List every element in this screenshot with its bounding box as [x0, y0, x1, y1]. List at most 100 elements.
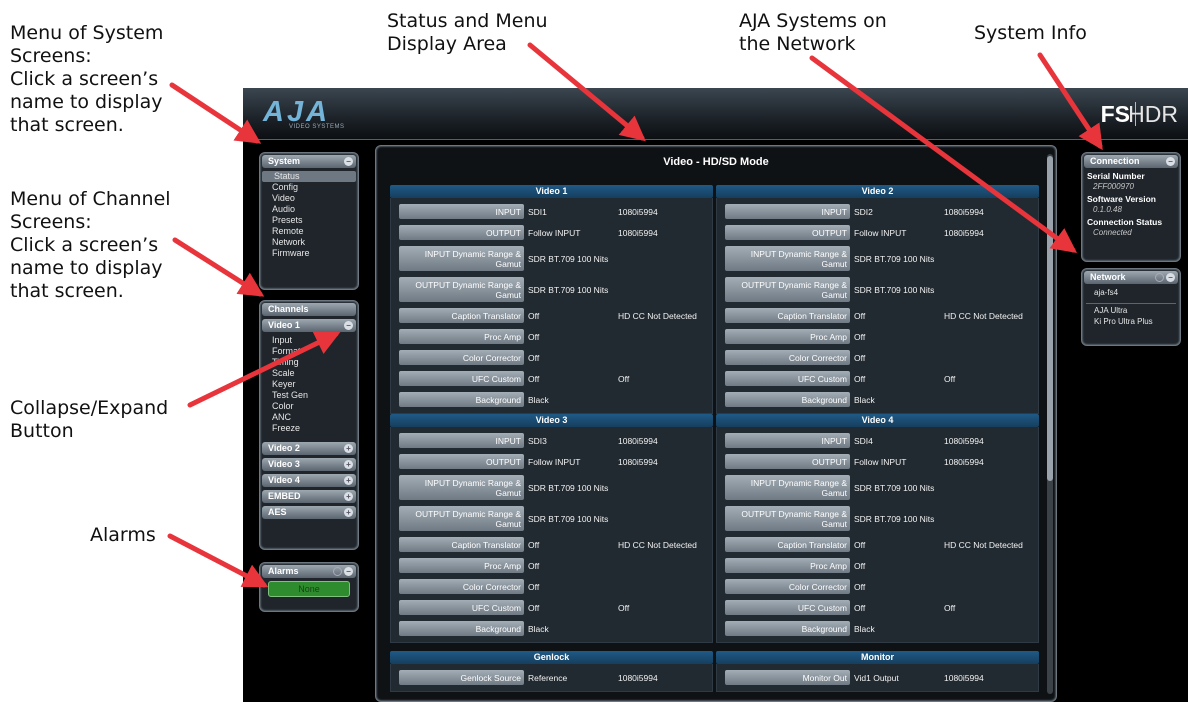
menu-item-network[interactable]: Network — [260, 237, 358, 248]
setting-row-background: Background Black — [395, 390, 708, 409]
menu-item-remote[interactable]: Remote — [260, 226, 358, 237]
connection-header[interactable]: Connection − — [1084, 155, 1178, 168]
network-header[interactable]: Network − — [1084, 271, 1178, 284]
input-fmt-value: 1080i5994 — [944, 435, 984, 446]
channel-aes-bar[interactable]: AES + — [262, 506, 356, 519]
network-self[interactable]: aja-fs4 — [1082, 288, 1180, 297]
colorcorr-button[interactable]: Color Corrector — [725, 579, 850, 594]
settings-icon[interactable] — [333, 567, 342, 576]
caption-button[interactable]: Caption Translator — [399, 308, 524, 323]
serial-label: Serial Number — [1087, 171, 1145, 181]
output-dr-button[interactable]: OUTPUT Dynamic Range & Gamut — [725, 277, 850, 302]
callout-status-area: Status and Menu Display Area — [387, 10, 548, 55]
channel-item-color[interactable]: Color — [260, 401, 358, 412]
collapse-icon[interactable]: − — [344, 157, 353, 166]
scrollbar-thumb[interactable] — [1047, 156, 1053, 481]
procamp-button[interactable]: Proc Amp — [399, 329, 524, 344]
background-button[interactable]: Background — [399, 392, 524, 407]
expand-icon[interactable]: + — [344, 508, 353, 517]
alarms-header[interactable]: Alarms − — [262, 565, 356, 578]
background-button[interactable]: Background — [725, 392, 850, 407]
caption-button[interactable]: Caption Translator — [725, 308, 850, 323]
input-dr-button[interactable]: INPUT Dynamic Range & Gamut — [399, 475, 524, 500]
monitor-out-button[interactable]: Monitor Out — [725, 670, 850, 685]
channel-item-keyer[interactable]: Keyer — [260, 379, 358, 390]
expand-icon[interactable]: + — [344, 492, 353, 501]
channel-item-scale[interactable]: Scale — [260, 368, 358, 379]
setting-row-output: OUTPUT Follow INPUT 1080i5994 — [395, 223, 708, 242]
channel-item-anc[interactable]: ANC — [260, 412, 358, 423]
menu-item-audio[interactable]: Audio — [260, 204, 358, 215]
output-button[interactable]: OUTPUT — [399, 454, 524, 469]
caption-value: Off — [854, 539, 866, 550]
expand-icon[interactable]: + — [344, 476, 353, 485]
network-system-link[interactable]: Ki Pro Ultra Plus — [1082, 317, 1180, 326]
input-button[interactable]: INPUT — [399, 204, 524, 219]
video-section: Video 1 INPUT SDI1 1080i5994 OUTPUT Follow IN… — [390, 185, 713, 414]
procamp-button[interactable]: Proc Amp — [725, 558, 850, 573]
monitor-out-value: Vid1 Output — [854, 672, 899, 683]
input-button[interactable]: INPUT — [725, 433, 850, 448]
software-label: Software Version — [1087, 194, 1156, 204]
input-dr-button[interactable]: INPUT Dynamic Range & Gamut — [399, 246, 524, 271]
output-dr-button[interactable]: OUTPUT Dynamic Range & Gamut — [399, 506, 524, 531]
channel-item-format[interactable]: Format — [260, 346, 358, 357]
menu-item-status[interactable]: Status — [262, 171, 356, 182]
ufc-button[interactable]: UFC Custom — [399, 600, 524, 615]
caption-button[interactable]: Caption Translator — [725, 537, 850, 552]
output-button[interactable]: OUTPUT — [725, 454, 850, 469]
menu-item-presets[interactable]: Presets — [260, 215, 358, 226]
collapse-icon[interactable]: − — [344, 321, 353, 330]
output-button[interactable]: OUTPUT — [725, 225, 850, 240]
menu-item-config[interactable]: Config — [260, 182, 358, 193]
video-section-body: INPUT SDI4 1080i5994 OUTPUT Follow INPUT 1080… — [716, 427, 1039, 643]
channel-item-timing[interactable]: Timing — [260, 357, 358, 368]
input-dr-button[interactable]: INPUT Dynamic Range & Gamut — [725, 475, 850, 500]
input-dr-value: SDR BT.709 100 Nits — [854, 482, 935, 493]
output-button[interactable]: OUTPUT — [399, 225, 524, 240]
expand-icon[interactable]: + — [344, 444, 353, 453]
video-section: Video 2 INPUT SDI2 1080i5994 OUTPUT Follow IN… — [716, 185, 1039, 414]
system-menu-header[interactable]: System − — [262, 155, 356, 168]
setting-row-input-dr: INPUT Dynamic Range & Gamut SDR BT.709 10… — [721, 473, 1034, 502]
video-section-title: Video 3 — [390, 414, 713, 427]
genlock-source-button[interactable]: Genlock Source — [399, 670, 524, 685]
colorcorr-button[interactable]: Color Corrector — [725, 350, 850, 365]
ufc-button[interactable]: UFC Custom — [399, 371, 524, 386]
channel-video1-header[interactable]: Video 1 − — [262, 319, 356, 332]
alarm-status-badge: None — [268, 581, 350, 597]
ufc2-value: Off — [944, 602, 956, 613]
colorcorr-button[interactable]: Color Corrector — [399, 579, 524, 594]
caption-button[interactable]: Caption Translator — [399, 537, 524, 552]
channel-video3-bar[interactable]: Video 3 + — [262, 458, 356, 471]
menu-item-firmware[interactable]: Firmware — [260, 248, 358, 259]
background-button[interactable]: Background — [725, 621, 850, 636]
channel-video2-bar[interactable]: Video 2 + — [262, 442, 356, 455]
network-system-link[interactable]: AJA Ultra — [1082, 306, 1180, 315]
procamp-button[interactable]: Proc Amp — [725, 329, 850, 344]
background-button[interactable]: Background — [399, 621, 524, 636]
channel-video4-bar[interactable]: Video 4 + — [262, 474, 356, 487]
background-value: Black — [528, 623, 549, 634]
channel-item-freeze[interactable]: Freeze — [260, 423, 358, 434]
colorcorr-button[interactable]: Color Corrector — [399, 350, 524, 365]
collapse-icon[interactable]: − — [1166, 157, 1175, 166]
procamp-value: Off — [528, 331, 540, 342]
collapse-icon[interactable]: − — [1166, 273, 1175, 282]
input-button[interactable]: INPUT — [399, 433, 524, 448]
input-button[interactable]: INPUT — [725, 204, 850, 219]
menu-item-video[interactable]: Video — [260, 193, 358, 204]
channel-item-input[interactable]: Input — [260, 335, 358, 346]
collapse-icon[interactable]: − — [344, 567, 353, 576]
channel-embed-bar[interactable]: EMBED + — [262, 490, 356, 503]
expand-icon[interactable]: + — [344, 460, 353, 469]
channel-item-testgen[interactable]: Test Gen — [260, 390, 358, 401]
procamp-button[interactable]: Proc Amp — [399, 558, 524, 573]
ufc-button[interactable]: UFC Custom — [725, 371, 850, 386]
scrollbar[interactable] — [1047, 154, 1053, 694]
output-dr-button[interactable]: OUTPUT Dynamic Range & Gamut — [399, 277, 524, 302]
ufc-button[interactable]: UFC Custom — [725, 600, 850, 615]
input-dr-button[interactable]: INPUT Dynamic Range & Gamut — [725, 246, 850, 271]
refresh-icon[interactable] — [1155, 273, 1164, 282]
output-dr-button[interactable]: OUTPUT Dynamic Range & Gamut — [725, 506, 850, 531]
